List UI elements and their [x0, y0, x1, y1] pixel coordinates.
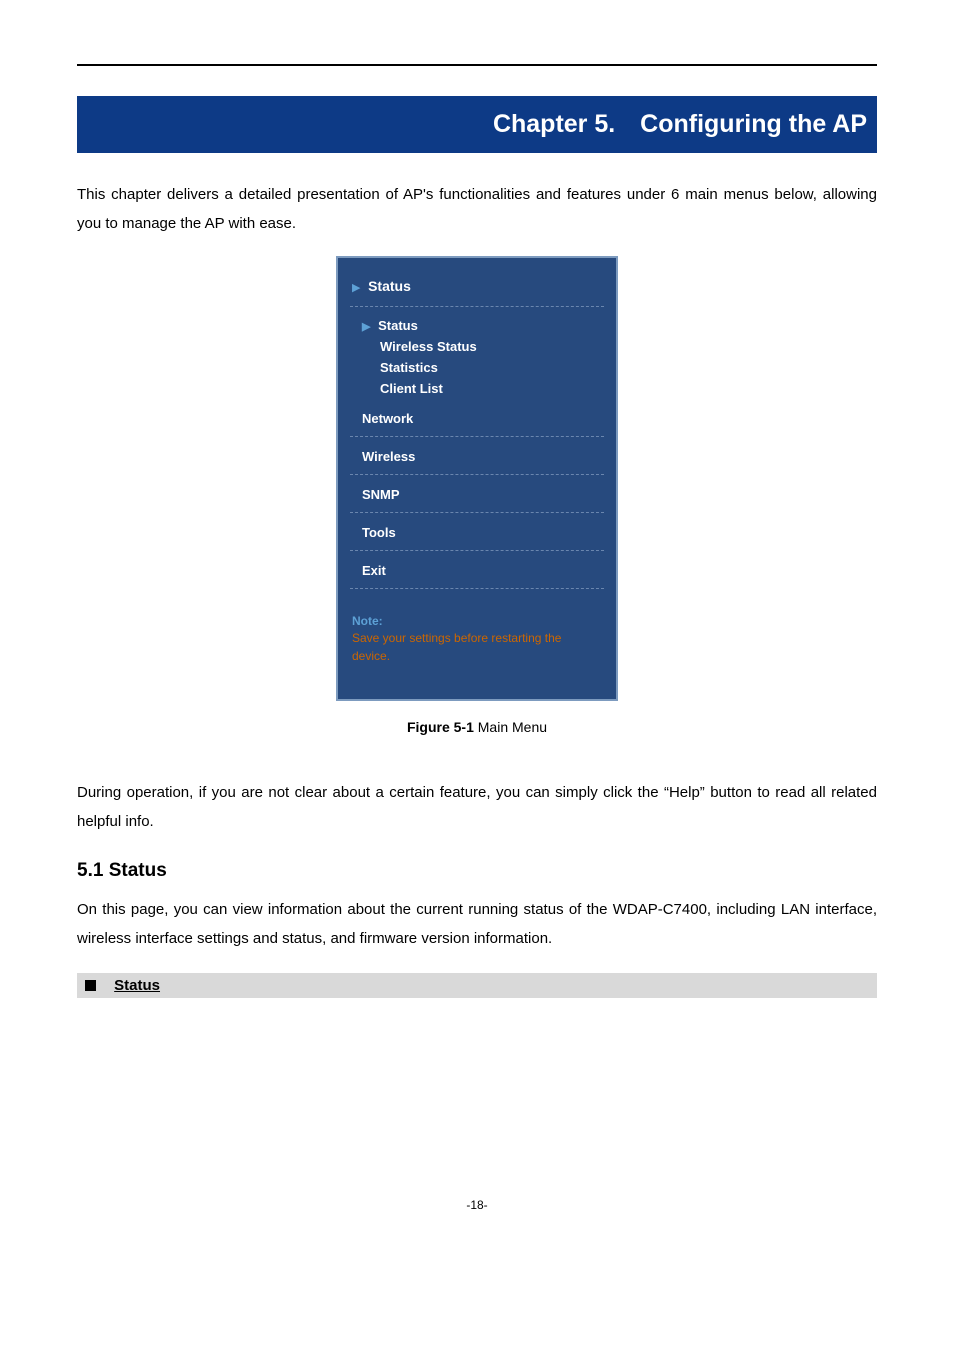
square-bullet-icon: [85, 980, 96, 991]
divider: [350, 306, 604, 307]
main-menu-figure: ▶ Status ▶ Status Wireless Status Statis…: [336, 256, 618, 701]
chevron-right-icon: ▶: [362, 321, 370, 333]
menu-item-exit[interactable]: Exit: [338, 557, 616, 584]
figure-caption: Figure 5-1 Main Menu: [77, 719, 877, 735]
menu-item-tools[interactable]: Tools: [338, 519, 616, 546]
menu-item-wireless[interactable]: Wireless: [338, 443, 616, 470]
divider: [350, 588, 604, 589]
submenu-item-client-list[interactable]: Client List: [362, 378, 616, 399]
menu-top-label: Status: [368, 278, 411, 294]
note-title: Note:: [352, 613, 602, 630]
paragraph-help: During operation, if you are not clear a…: [77, 779, 877, 836]
chapter-title: Configuring the AP: [640, 110, 867, 138]
top-rule: [77, 64, 877, 66]
submenu-item-wireless-status[interactable]: Wireless Status: [362, 336, 616, 357]
menu-top-status: ▶ Status: [338, 278, 616, 302]
figure-caption-bold: Figure 5-1: [407, 719, 474, 735]
divider: [350, 550, 604, 551]
submenu-label: Status: [378, 318, 418, 333]
divider: [350, 474, 604, 475]
section-paragraph: On this page, you can view information a…: [77, 896, 877, 953]
page-number: -18-: [77, 1198, 877, 1212]
note-body: Save your settings before restarting the…: [352, 630, 602, 665]
section-heading-status: 5.1 Status: [77, 860, 877, 882]
sub-banner-status: Status: [77, 973, 877, 998]
menu-box: ▶ Status ▶ Status Wireless Status Statis…: [336, 256, 618, 701]
chevron-right-icon: ▶: [352, 282, 360, 294]
divider: [350, 512, 604, 513]
menu-item-network[interactable]: Network: [338, 405, 616, 432]
intro-paragraph: This chapter delivers a detailed present…: [77, 181, 877, 238]
submenu-group: ▶ Status Wireless Status Statistics Clie…: [338, 313, 616, 405]
chapter-banner: Chapter 5. Configuring the AP: [77, 96, 877, 153]
submenu-item-status[interactable]: ▶ Status: [362, 315, 616, 336]
divider: [350, 436, 604, 437]
figure-caption-rest: Main Menu: [474, 719, 547, 735]
sub-banner-label: Status: [114, 977, 160, 994]
chapter-number: Chapter 5.: [493, 110, 615, 138]
menu-item-snmp[interactable]: SNMP: [338, 481, 616, 508]
submenu-item-statistics[interactable]: Statistics: [362, 357, 616, 378]
note-block: Note: Save your settings before restarti…: [338, 595, 616, 665]
